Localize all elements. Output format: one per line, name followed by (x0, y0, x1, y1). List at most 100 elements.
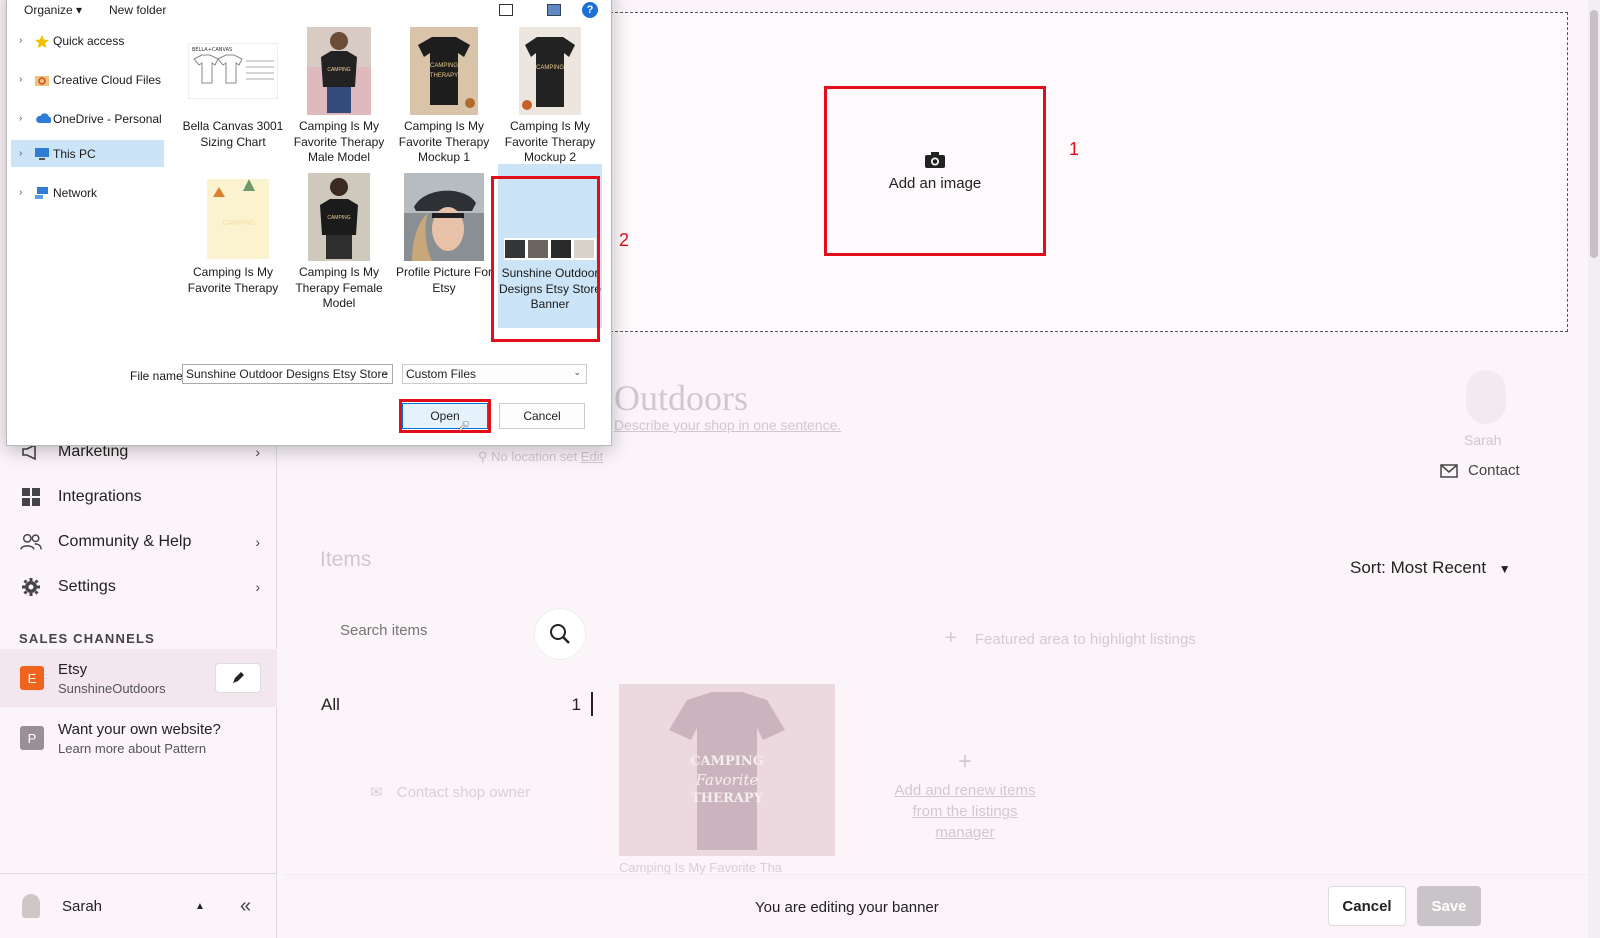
contact-button[interactable]: Contact (1440, 462, 1520, 479)
expand-arrow-icon[interactable]: › (19, 74, 31, 85)
tree-label: Network (53, 185, 98, 200)
expand-arrow-icon[interactable]: › (19, 113, 31, 124)
annotation-1: 1 (1069, 139, 1080, 159)
view-options-icon[interactable] (499, 4, 513, 16)
sort-dropdown[interactable]: Sort: Most Recent ▼ (1350, 558, 1511, 578)
section-count: 1 (571, 695, 581, 714)
channel-pattern[interactable]: P Want your own website? Learn more abou… (0, 709, 277, 767)
caret-down-icon: ▼ (1498, 562, 1511, 576)
file-thumbnail: CAMPING (307, 27, 371, 115)
new-folder-button[interactable]: New folder (109, 3, 166, 17)
channel-sub: SunshineOutdoors (58, 680, 166, 696)
featured-label: Featured area to highlight listings (974, 631, 1196, 648)
file-thumbnail: BELLA+CANVAS (187, 27, 279, 115)
user-menu[interactable]: Sarah ▲ « (0, 873, 277, 938)
add-image-button[interactable]: Add an image (824, 86, 1046, 256)
file-name-input[interactable]: Sunshine Outdoor Designs Etsy Store Bann… (182, 364, 393, 384)
help-icon[interactable]: ? (582, 2, 598, 18)
scrollbar-thumb[interactable] (1590, 10, 1598, 258)
edit-channel-button[interactable] (215, 663, 261, 693)
chevron-right-icon: › (255, 534, 260, 550)
featured-area-link[interactable]: + Featured area to highlight listings (945, 627, 1196, 650)
svg-text:CAMPING: CAMPING (327, 215, 350, 221)
avatar (22, 894, 40, 918)
mouse-cursor-icon: ➚ (457, 418, 471, 435)
sort-label: Sort: Most Recent (1350, 558, 1487, 577)
edit-banner-footer: You are editing your banner Cancel Save (283, 874, 1600, 938)
contact-shop-owner-button[interactable]: ✉ Contact shop owner (370, 783, 530, 801)
tree-label: Quick access (53, 33, 125, 48)
edit-location-link[interactable]: Edit (581, 449, 603, 464)
file-name: Camping Is My Favorite Therapy Male Mode… (293, 119, 385, 164)
tree-item-onedrive[interactable]: › OneDrive - Personal (11, 105, 164, 132)
sidebar-item-settings[interactable]: Settings › (20, 576, 260, 598)
channel-sub: Learn more about Pattern (58, 740, 207, 756)
channel-etsy[interactable]: E Etsy SunshineOutdoors (0, 649, 277, 707)
expand-arrow-icon[interactable]: › (19, 148, 31, 159)
chevron-right-icon: › (255, 444, 260, 460)
save-button[interactable]: Save (1417, 886, 1481, 926)
file-item[interactable]: CAMPING Camping Is My Favorite Therapy (181, 173, 285, 296)
active-indicator (591, 692, 593, 716)
file-type-select[interactable]: Custom Files ⌄ (402, 364, 587, 384)
tree-item-creative-cloud[interactable]: › Creative Cloud Files (11, 66, 164, 93)
envelope-icon: ✉ (370, 784, 383, 801)
file-item[interactable]: CAMPING THERAPY Camping Is My Favorite Th… (392, 27, 496, 166)
shop-name[interactable]: Outdoors (614, 377, 748, 419)
items-title: Items (320, 548, 372, 571)
svg-text:CAMPING: CAMPING (327, 67, 350, 73)
organize-menu[interactable]: Organize ▾ (24, 3, 82, 17)
svg-text:THERAPY: THERAPY (691, 791, 764, 806)
sidebar-item-label: Integrations (58, 488, 142, 505)
expand-arrow-icon[interactable]: › (19, 35, 31, 46)
owner-name: Sarah (1464, 432, 1502, 448)
file-item[interactable]: BELLA+CANVAS Bella Canvas 3001 Sizing Ch… (181, 27, 285, 150)
sidebar-item-community-help[interactable]: Community & Help › (20, 531, 260, 553)
location-pin-icon: ⚲ (478, 449, 488, 464)
sidebar-item-label: Settings (58, 578, 116, 595)
section-all[interactable]: All 1 (321, 692, 593, 716)
search-button[interactable] (534, 608, 586, 660)
gear-icon (20, 576, 42, 598)
file-name: Bella Canvas 3001 Sizing Chart (182, 119, 284, 149)
computer-icon (35, 147, 49, 160)
file-item[interactable]: CAMPING Camping Is My Therapy Female Mod… (287, 173, 391, 312)
tree-item-network[interactable]: › Network (11, 179, 164, 206)
dialog-cancel-button[interactable]: Cancel (499, 403, 585, 429)
chevron-right-icon: › (255, 579, 260, 595)
search-icon (550, 624, 570, 644)
svg-text:CAMPING: CAMPING (430, 63, 458, 69)
sidebar-item-label: Community & Help (58, 533, 192, 550)
file-thumbnail: CAMPING (193, 173, 273, 261)
preview-pane-icon[interactable] (547, 4, 561, 16)
listing-title[interactable]: Camping Is My Favorite Tha (619, 860, 782, 875)
tree-item-this-pc[interactable]: › This PC (11, 140, 164, 167)
file-item[interactable]: CAMPING Camping Is My Favorite Therapy M… (498, 27, 602, 166)
collapse-sidebar-icon[interactable]: « (240, 895, 251, 918)
footer-message: You are editing your banner (755, 899, 939, 916)
owner-photo[interactable] (1466, 370, 1506, 424)
shop-description[interactable]: Describe your shop in one sentence. (614, 417, 841, 433)
plus-icon: + (945, 627, 957, 649)
svg-text:Favorite: Favorite (695, 771, 759, 789)
file-thumbnail (404, 173, 484, 261)
sidebar-item-integrations[interactable]: Integrations (20, 486, 260, 508)
search-input[interactable] (340, 622, 520, 639)
grid-icon (20, 486, 42, 508)
file-item[interactable]: Profile Picture For Etsy (392, 173, 496, 296)
pattern-badge-icon: P (20, 726, 44, 750)
search-container (330, 608, 592, 660)
add-renew-line: Add and renew items (894, 782, 1036, 799)
add-renew-link[interactable]: + Add and renew items from the listings … (880, 748, 1050, 843)
file-thumbnail: CAMPING (308, 173, 370, 261)
listing-thumbnail[interactable]: CAMPING Favorite THERAPY (619, 684, 835, 856)
tree-item-quick-access[interactable]: › Quick access (11, 27, 164, 54)
file-thumbnail: CAMPING (519, 27, 581, 115)
file-item[interactable]: CAMPING Camping Is My Favorite Therapy M… (287, 27, 391, 166)
chevron-down-icon[interactable]: ⌄ (380, 367, 388, 378)
shop-location: ⚲ No location set Edit (478, 449, 603, 465)
channel-name: Etsy (58, 660, 88, 678)
expand-arrow-icon[interactable]: › (19, 187, 31, 198)
cancel-button[interactable]: Cancel (1328, 886, 1406, 926)
etsy-badge-icon: E (20, 666, 44, 690)
